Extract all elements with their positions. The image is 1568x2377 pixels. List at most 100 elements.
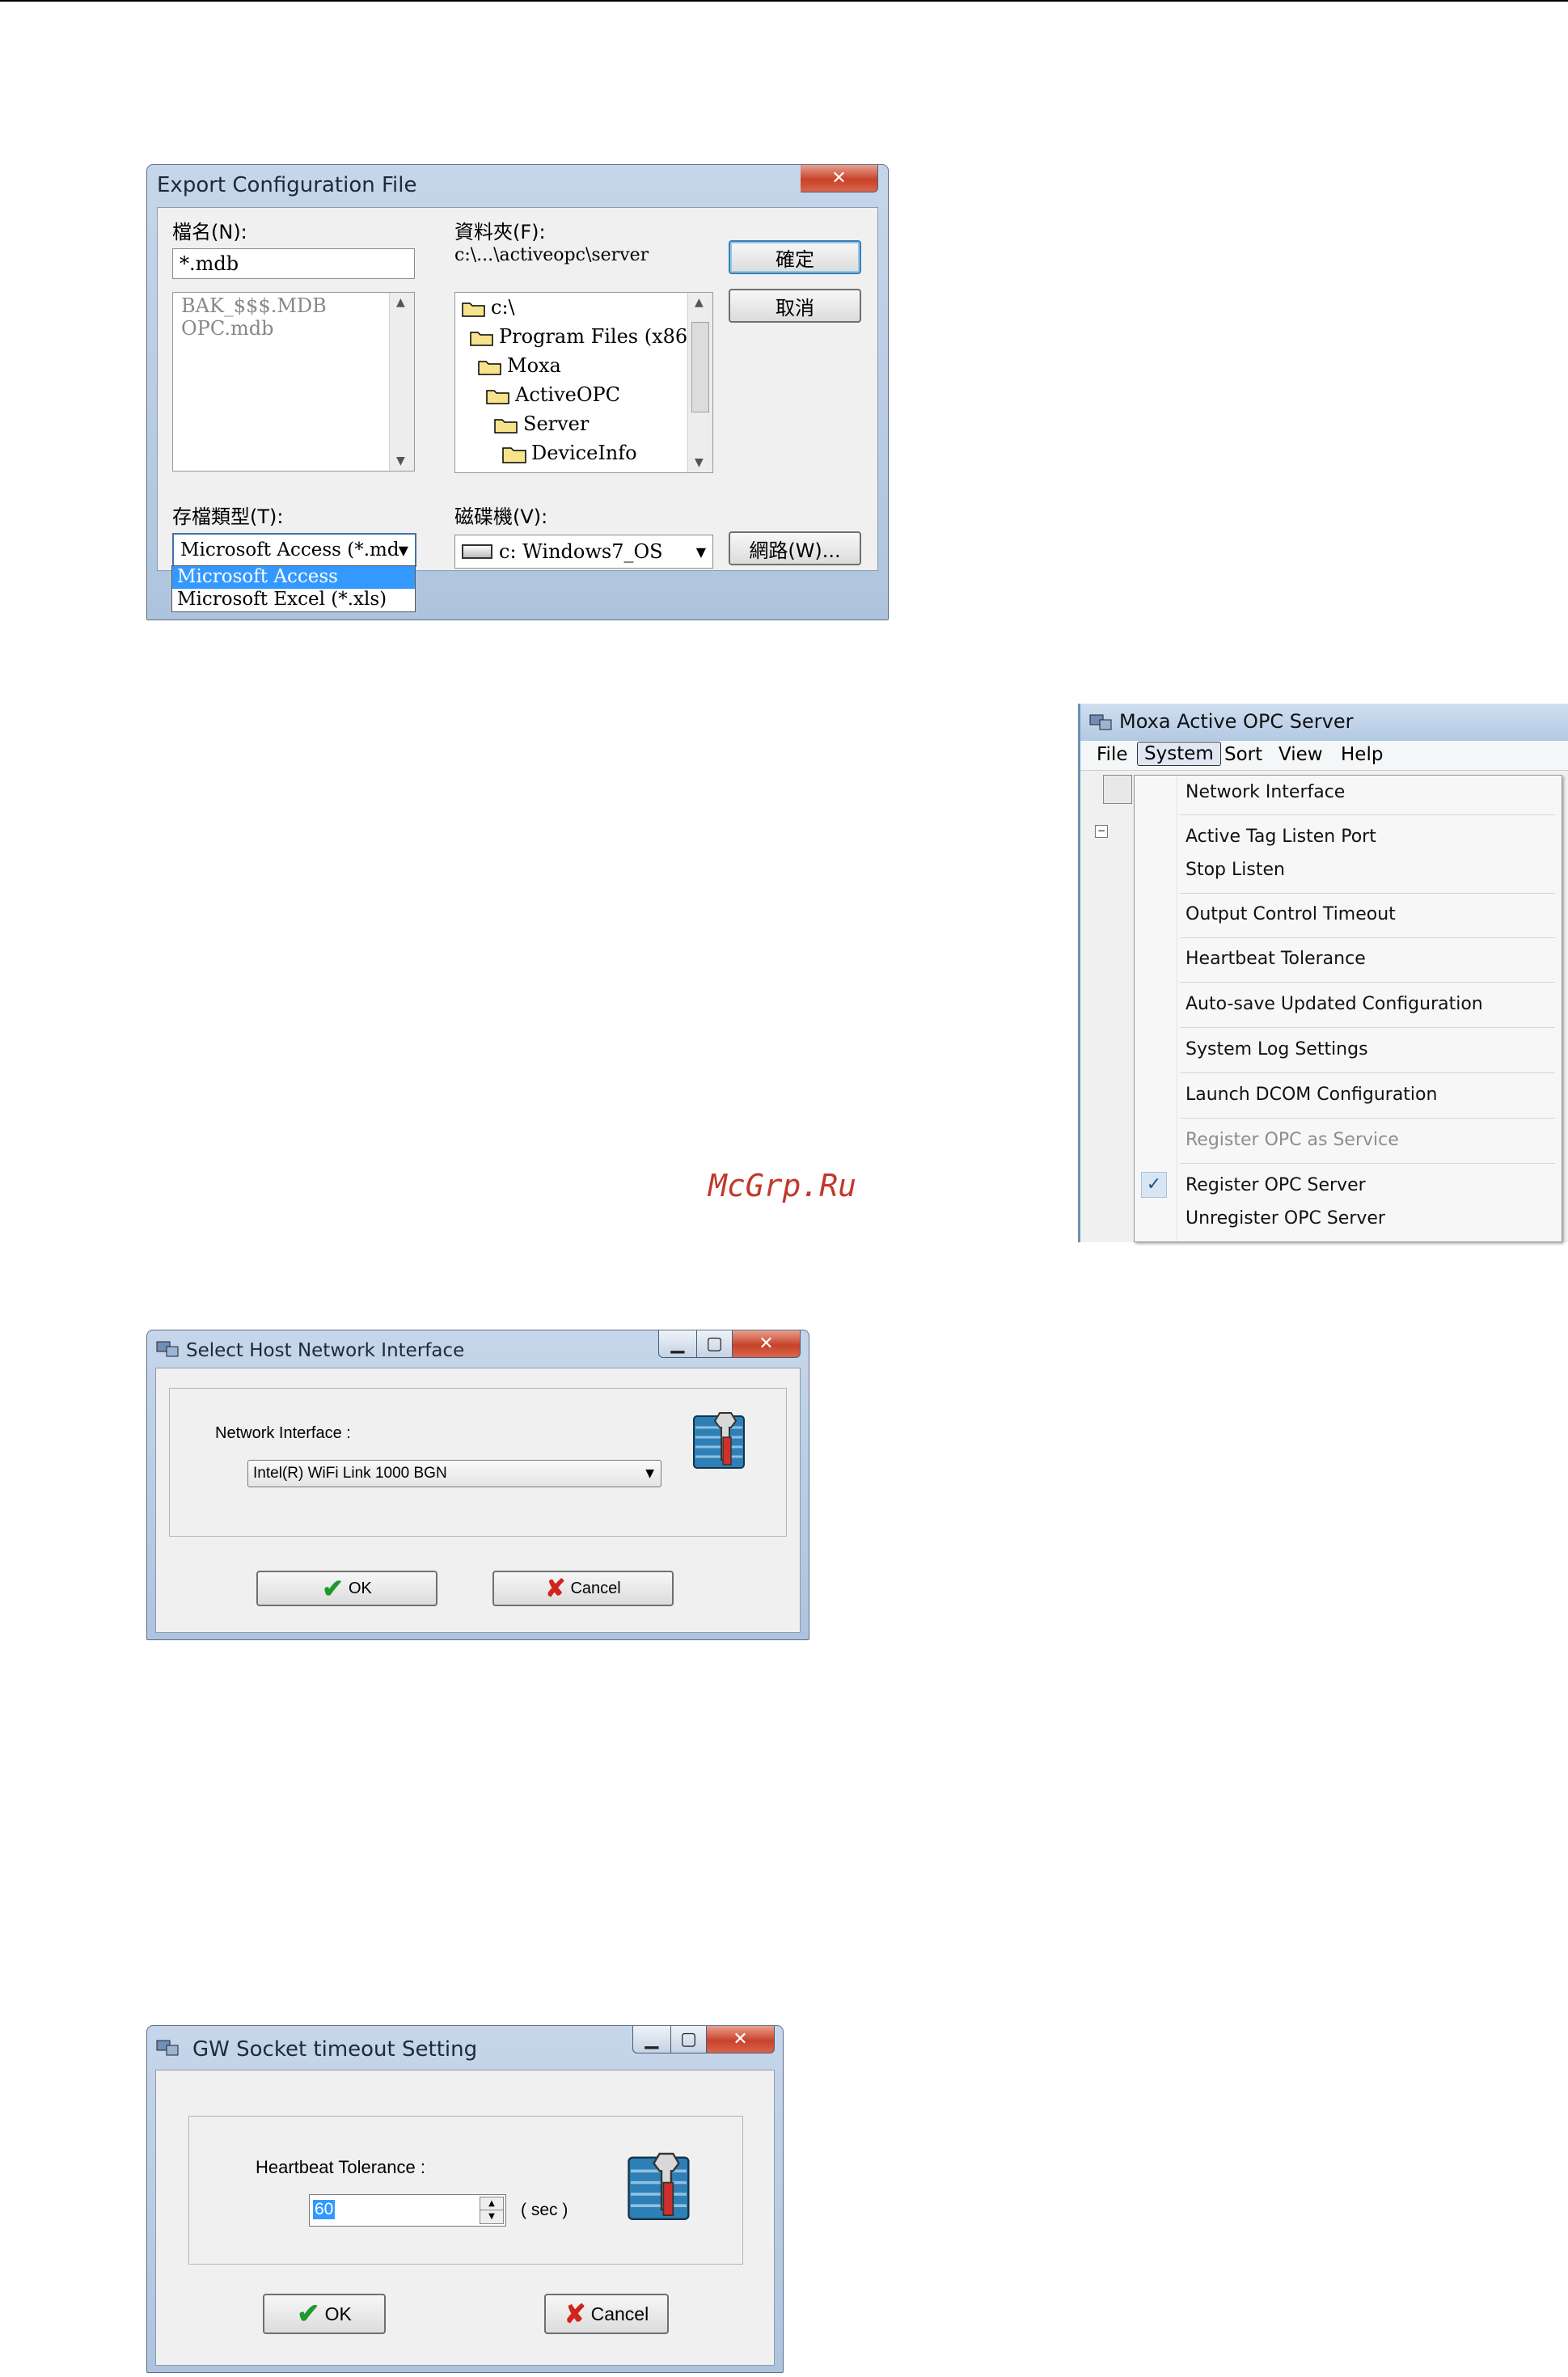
file-list[interactable]: BAK_$$$.MDB OPC.mdb ▲ ▼ (172, 292, 415, 472)
open-folder-icon (462, 302, 485, 317)
menu-item-active-tag-listen-port[interactable]: Active Tag Listen Port (1135, 825, 1558, 849)
menu-item-register-opc-server[interactable]: ✓ Register OPC Server (1135, 1172, 1558, 1198)
folder-name: Moxa (507, 354, 561, 377)
scroll-up-arrow-icon[interactable]: ▲ (396, 296, 405, 309)
menu-item-label: Active Tag Listen Port (1186, 827, 1376, 847)
tree-expander-icon[interactable]: − (1095, 825, 1108, 838)
toolbar-button[interactable] (1103, 775, 1132, 804)
close-button[interactable]: ✕ (733, 1330, 801, 1358)
file-type-option[interactable]: Microsoft Excel (*.xls) (172, 589, 415, 611)
cancel-button[interactable]: ✘ Cancel (492, 1571, 674, 1606)
close-button[interactable]: ✕ (801, 165, 878, 192)
dropdown-arrow-icon: ▼ (645, 1467, 654, 1480)
menu-item-output-control-timeout[interactable]: Output Control Timeout (1135, 903, 1558, 927)
red-x-icon: ✘ (545, 1575, 566, 1602)
minimize-button[interactable]: ▁ (658, 1330, 697, 1358)
folder-row[interactable]: ActiveOPC (486, 383, 620, 406)
gw-dialog-body: Heartbeat Tolerance : 60 ▲ ▼ ( sec ) ✔ O… (155, 2070, 775, 2366)
network-interface-select[interactable]: Intel(R) WiFi Link 1000 BGN ▼ (247, 1460, 661, 1487)
heartbeat-tolerance-spinbox[interactable]: 60 ▲ ▼ (309, 2194, 506, 2227)
folder-name: DeviceInfo (531, 442, 637, 464)
app-icon (156, 2040, 179, 2056)
open-folder-icon (478, 360, 501, 375)
system-menu-dropdown: Network Interface Active Tag Listen Port… (1134, 775, 1562, 1242)
folder-path: c:\...\activeopc\server (454, 245, 649, 265)
ok-button[interactable]: ✔ OK (263, 2294, 386, 2334)
drive-select[interactable]: c: Windows7_OS ▼ (454, 535, 713, 569)
minimize-button[interactable]: ▁ (632, 2026, 671, 2053)
network-button[interactable]: 網路(W)... (729, 531, 861, 565)
opc-title-bar: Moxa Active OPC Server (1080, 704, 1568, 741)
close-icon: ✕ (831, 168, 847, 188)
menu-item-system-log-settings[interactable]: System Log Settings (1135, 1038, 1558, 1062)
scroll-thumb[interactable] (691, 322, 709, 412)
folder-row[interactable]: Server (494, 412, 589, 435)
menu-item-stop-listen[interactable]: Stop Listen (1135, 858, 1558, 882)
red-x-icon: ✘ (564, 2299, 586, 2328)
scroll-down-arrow-icon[interactable]: ▼ (396, 455, 405, 467)
folder-row[interactable]: DeviceInfo (502, 442, 637, 464)
filename-input[interactable]: *.mdb (172, 248, 415, 279)
menu-item-launch-dcom-config[interactable]: Launch DCOM Configuration (1135, 1083, 1558, 1107)
menu-item-unregister-opc-server[interactable]: Unregister OPC Server (1135, 1207, 1558, 1231)
maximize-button[interactable]: ▢ (671, 2026, 707, 2053)
folder-row[interactable]: Program Files (x86) (470, 325, 695, 348)
app-icon (1089, 714, 1112, 730)
spin-down-button[interactable]: ▼ (480, 2210, 504, 2224)
menu-separator (1180, 1118, 1555, 1119)
folder-name: ActiveOPC (515, 383, 621, 406)
ok-button[interactable]: ✔ OK (256, 1571, 437, 1606)
file-type-select[interactable]: Microsoft Access (*.md ▼ (172, 533, 416, 567)
opc-window-title: Moxa Active OPC Server (1119, 710, 1354, 733)
export-dialog-body: 檔名(N): *.mdb BAK_$$$.MDB OPC.mdb ▲ ▼ 資料夾… (157, 207, 878, 571)
menu-separator (1180, 1027, 1555, 1028)
scroll-down-arrow-icon[interactable]: ▼ (695, 456, 704, 469)
dropdown-arrow-icon: ▼ (398, 542, 408, 558)
wrench-toolbox-icon (628, 2152, 690, 2221)
menu-system[interactable]: System (1137, 742, 1221, 766)
scroll-up-arrow-icon[interactable]: ▲ (695, 296, 704, 309)
menu-file[interactable]: File (1097, 744, 1128, 765)
menu-separator (1180, 893, 1555, 894)
gw-group-box: Heartbeat Tolerance : 60 ▲ ▼ ( sec ) (188, 2116, 743, 2265)
closed-folder-icon (502, 446, 526, 463)
file-type-option-highlighted[interactable]: Microsoft Access (*.mdb) (172, 566, 415, 608)
menu-item-label: System Log Settings (1186, 1039, 1368, 1059)
file-list-item[interactable]: OPC.mdb (181, 317, 273, 340)
folder-label: 資料夾(F): (454, 221, 546, 243)
menu-item-label: Stop Listen (1186, 860, 1285, 880)
folder-tree-scrollbar[interactable]: ▲ ▼ (687, 293, 712, 472)
file-list-scrollbar[interactable]: ▲ ▼ (389, 293, 414, 471)
folder-row[interactable]: Moxa (478, 354, 561, 377)
close-button[interactable]: ✕ (707, 2026, 775, 2053)
heartbeat-tolerance-label: Heartbeat Tolerance : (256, 2157, 425, 2177)
menu-item-auto-save-config[interactable]: Auto-save Updated Configuration (1135, 992, 1558, 1017)
folder-row[interactable]: c:\ (462, 296, 515, 319)
drive-value: c: Windows7_OS (499, 540, 663, 563)
cancel-button[interactable]: 取消 (729, 289, 861, 323)
network-dialog-body: Network Interface : Intel(R) WiFi Link 1… (155, 1368, 801, 1633)
menu-separator (1180, 982, 1555, 983)
opc-server-window: Moxa Active OPC Server File System Sort … (1078, 704, 1568, 1242)
filename-label: 檔名(N): (172, 221, 247, 243)
maximize-icon: ▢ (706, 1334, 723, 1354)
opc-menubar: File System Sort View Help (1080, 741, 1568, 771)
file-type-selected: Microsoft Access (*.md (180, 539, 399, 560)
maximize-button[interactable]: ▢ (697, 1330, 733, 1358)
file-type-dropdown-list[interactable]: Microsoft Access (*.mdb) Microsoft Excel… (171, 565, 416, 612)
menu-sort[interactable]: Sort (1224, 744, 1262, 765)
folder-tree[interactable]: c:\ Program Files (x86) Moxa ActiveOPC S… (454, 292, 713, 473)
menu-item-register-opc-as-service: Register OPC as Service (1135, 1128, 1558, 1153)
minimize-icon: ▁ (670, 1334, 685, 1354)
cancel-button[interactable]: ✘ Cancel (544, 2294, 669, 2334)
open-folder-icon (486, 389, 509, 404)
menu-help[interactable]: Help (1341, 744, 1383, 765)
menu-view[interactable]: View (1278, 744, 1323, 765)
menu-item-network-interface[interactable]: Network Interface (1135, 780, 1558, 805)
menu-item-heartbeat-tolerance[interactable]: Heartbeat Tolerance (1135, 947, 1558, 971)
file-list-item[interactable]: BAK_$$$.MDB (181, 294, 327, 317)
heartbeat-tolerance-value[interactable]: 60 (313, 2200, 336, 2219)
menu-separator (1180, 1072, 1555, 1073)
ok-button[interactable]: 確定 (729, 240, 861, 274)
folder-name: Program Files (x86) (499, 325, 695, 348)
